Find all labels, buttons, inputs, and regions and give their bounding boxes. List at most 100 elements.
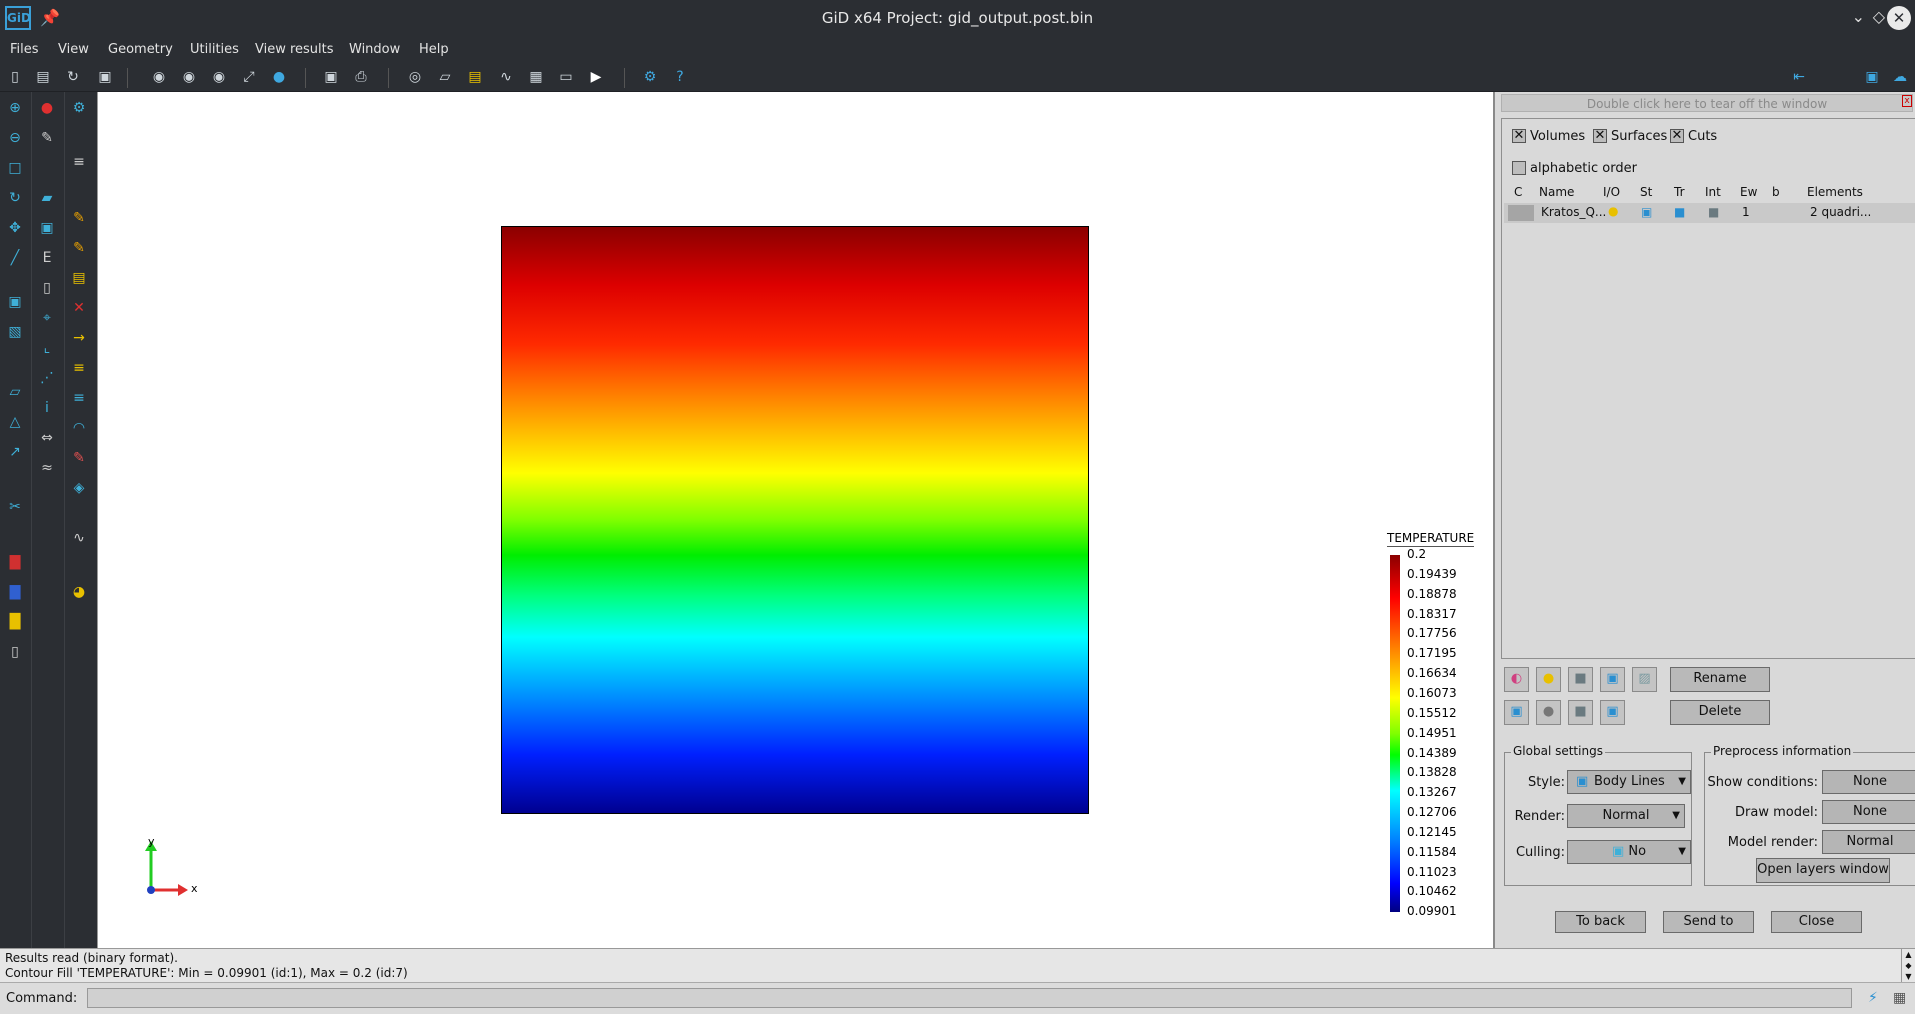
close-panel-icon[interactable]: x [1902,95,1912,107]
minimize-icon[interactable]: ⌄ [1852,7,1865,26]
contour-legend-icon[interactable]: ▇ [5,552,25,572]
settings-icon[interactable]: ⚙ [641,68,659,86]
info-icon[interactable]: i [37,398,57,418]
cheese-icon[interactable]: ◕ [69,582,89,602]
gid-mode-icon[interactable]: ▣ [1863,68,1881,86]
zoom-in-icon[interactable]: ⊕ [5,98,25,118]
brush-icon[interactable]: ✎ [69,448,89,468]
remove-icon[interactable]: ✕ [69,298,89,318]
camera-icon[interactable]: ▣ [322,68,340,86]
label-e-icon[interactable]: E [37,248,57,268]
col-c[interactable]: C [1514,185,1522,199]
help-icon[interactable]: ? [671,68,689,86]
ruler-icon[interactable]: ▤ [69,268,89,288]
style-icon[interactable]: ▣ [1504,700,1529,725]
bulb-icon[interactable]: ● [1536,667,1561,692]
axes-icon[interactable]: ⌖ [37,308,57,328]
gray-square-icon[interactable]: ■ [1568,700,1593,725]
menu-geometry[interactable]: Geometry [108,42,173,57]
plane-icon[interactable]: ▰ [37,188,57,208]
opaque-square-icon[interactable]: ▣ [1600,700,1625,725]
menu-view-results[interactable]: View results [255,42,334,57]
col-elements[interactable]: Elements [1807,185,1863,199]
zoom-eye-icon[interactable]: ◉ [210,68,228,86]
cube-icon[interactable]: ▣ [5,292,25,312]
refresh-icon[interactable]: ↻ [64,68,82,86]
status-scrollbar[interactable]: ▲ ◆ ▼ [1901,949,1915,983]
rename-button[interactable]: Rename [1670,667,1770,692]
new-file-icon[interactable]: ▯ [6,68,24,86]
lightning-icon[interactable]: ⚡ [1868,990,1878,1006]
arrow-icon[interactable]: → [69,328,89,348]
surface-icon[interactable]: ▧ [5,322,25,342]
box-icon[interactable]: ▣ [37,218,57,238]
col-tr[interactable]: Tr [1674,185,1685,199]
edit-icon[interactable]: ✎ [37,128,57,148]
polygon-icon[interactable]: ▱ [5,382,25,402]
surfaces-checkbox[interactable]: ✕ [1593,129,1607,143]
menu-utilities[interactable]: Utilities [190,42,239,57]
draw-model-select[interactable]: None [1822,800,1915,824]
rotate-eye-icon[interactable]: ◉ [180,68,198,86]
hatch-icon[interactable]: ▨ [1632,667,1657,692]
maximize-icon[interactable]: ◇ [1873,7,1885,26]
vector-legend-icon[interactable]: ▇ [5,582,25,602]
film-icon[interactable]: ▭ [557,68,575,86]
stream-icon[interactable]: ≈ [37,458,57,478]
to-back-button[interactable]: To back [1555,911,1646,933]
document-icon[interactable]: ▯ [5,642,25,662]
col-b[interactable]: b [1772,185,1780,199]
pan-icon[interactable]: ✥ [5,218,25,238]
menu-view[interactable]: View [58,42,89,57]
open-folder-icon[interactable]: ▤ [34,68,52,86]
select-icon[interactable]: ↗ [5,442,25,462]
layers-icon[interactable]: ▱ [436,68,454,86]
grid-icon[interactable]: ▦ [1893,990,1906,1006]
graph-icon[interactable]: ∿ [497,68,515,86]
transparent-square-icon[interactable]: ▣ [1600,667,1625,692]
show-conditions-select[interactable]: None [1822,770,1915,794]
send-to-button[interactable]: Send to [1663,911,1754,933]
render-select[interactable]: Normal ▼ [1567,804,1685,828]
pencil-yellow-icon[interactable]: ✎ [69,208,89,228]
layer-style-icon[interactable]: ▣ [1641,205,1652,219]
save-icon[interactable]: ▣ [96,68,114,86]
rotate-icon[interactable]: ↻ [5,188,25,208]
open-layers-window-button[interactable]: Open layers window [1756,858,1890,883]
corner-icon[interactable]: ⌞ [37,338,57,358]
layer-int-icon[interactable]: ■ [1708,205,1719,219]
style-select[interactable]: ▣ Body Lines ▼ [1567,770,1691,794]
command-input[interactable] [87,988,1852,1008]
zoom-out-icon[interactable]: ⊖ [5,128,25,148]
record-icon[interactable]: ● [37,98,57,118]
sphere-icon[interactable]: ● [270,68,288,86]
layer-transparency-icon[interactable]: ■ [1674,205,1685,219]
line-icon[interactable]: ╱ [5,248,25,268]
arc-icon[interactable]: ◠ [69,418,89,438]
alphabetic-order-checkbox[interactable] [1512,161,1526,175]
cut-icon[interactable]: ✂ [5,497,25,517]
print-icon[interactable]: ⎙ [352,68,370,86]
colorbar-icon[interactable]: ≡ [69,388,89,408]
tag-icon[interactable]: ◈ [69,478,89,498]
delete-button[interactable]: Delete [1670,700,1770,725]
close-button[interactable]: Close [1771,911,1862,933]
layer-io-bulb-icon[interactable]: ● [1608,204,1618,218]
page-icon[interactable]: ▯ [37,278,57,298]
frame-icon[interactable]: ▦ [527,68,545,86]
menu-help[interactable]: Help [419,42,449,57]
view-eye-icon[interactable]: ◉ [150,68,168,86]
bars-icon[interactable]: █ [5,612,25,632]
distance-icon[interactable]: ⇔ [37,428,57,448]
binoculars-icon[interactable]: ◎ [406,68,424,86]
col-int[interactable]: Int [1705,185,1721,199]
bulb-off-icon[interactable]: ● [1536,700,1561,725]
triangle-icon[interactable]: △ [5,412,25,432]
measure-icon[interactable]: ▤ [466,68,484,86]
culling-select[interactable]: ▣ No ▼ [1567,840,1691,864]
numbers-icon[interactable]: ≡ [69,152,89,172]
zoom-frame-icon[interactable]: ⤢ [240,68,258,86]
model-render-select[interactable]: Normal [1822,830,1915,854]
play-icon[interactable]: ▶ [587,68,605,86]
pencil-orange-icon[interactable]: ✎ [69,238,89,258]
